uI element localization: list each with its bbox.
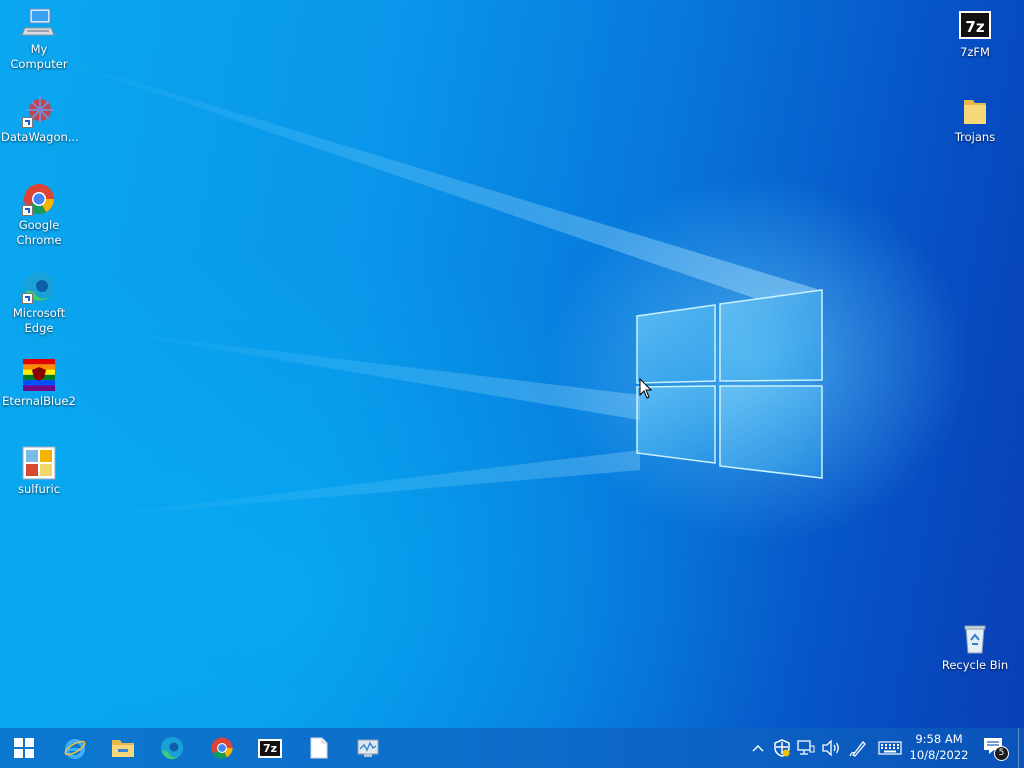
desktop-icon-label: 7zFM <box>960 45 990 59</box>
desktop-icon-my-computer[interactable]: My Computer <box>1 6 77 72</box>
chrome-icon <box>22 182 56 216</box>
computer-icon <box>22 6 56 40</box>
shortcut-arrow-icon <box>22 293 33 304</box>
tray-volume[interactable] <box>820 728 842 768</box>
mouse-cursor-icon <box>639 378 653 399</box>
datawagon-icon <box>22 94 56 128</box>
clock-time: 9:58 AM <box>915 732 963 746</box>
pen-icon <box>849 741 866 757</box>
desktop-icon-microsoft-edge[interactable]: Microsoft Edge <box>1 270 77 336</box>
desktop-icon-7zfm[interactable]: 7z 7zFM <box>937 9 1013 60</box>
taskbar-file-explorer[interactable] <box>99 728 147 768</box>
7zip-icon: 7z <box>258 738 282 758</box>
keyboard-icon <box>878 741 902 755</box>
taskbar-blank-document[interactable] <box>295 728 343 768</box>
desktop-icon-label: DataWagon... <box>1 130 79 144</box>
desktop-icon-label: sulfuric <box>17 482 61 496</box>
taskbar-internet-explorer[interactable] <box>51 728 99 768</box>
tray-pen-workspace[interactable] <box>848 728 868 768</box>
windows-start-icon <box>14 738 34 758</box>
svg-text:7z: 7z <box>965 18 984 36</box>
chevron-up-icon <box>752 744 764 752</box>
desktop-icon-datawagon[interactable]: DataWagon... <box>1 94 79 145</box>
folder-icon <box>958 94 992 128</box>
chrome-icon <box>211 737 233 759</box>
taskbar-chrome[interactable] <box>198 728 246 768</box>
desktop-icon-label: Recycle Bin <box>941 658 1009 672</box>
taskbar: 7z 9:58 AM 10/8/2022 5 <box>0 728 1024 768</box>
notification-count-badge: 5 <box>994 746 1009 761</box>
shortcut-arrow-icon <box>22 205 33 216</box>
desktop-icon-google-chrome[interactable]: Google Chrome <box>1 182 77 248</box>
desktop-icon-label: My Computer <box>10 42 68 71</box>
clock-date: 10/8/2022 <box>909 748 969 762</box>
shield-warning-icon <box>774 739 790 757</box>
desktop-icon-label: Microsoft Edge <box>12 306 66 335</box>
taskbar-system-monitor[interactable] <box>344 728 392 768</box>
desktop-icon-label: Trojans <box>954 130 996 144</box>
7zip-icon: 7z <box>958 9 992 43</box>
start-button[interactable] <box>0 728 48 768</box>
blank-document-icon <box>310 737 328 759</box>
shortcut-arrow-icon <box>22 117 33 128</box>
action-center-button[interactable]: 5 <box>978 728 1010 768</box>
show-hidden-icons-button[interactable] <box>750 728 766 768</box>
taskbar-7zip[interactable]: 7z <box>246 728 294 768</box>
desktop-icon-label: EternalBlue2 <box>2 394 76 408</box>
taskbar-clock[interactable]: 9:58 AM 10/8/2022 <box>904 731 974 763</box>
edge-icon <box>161 737 183 760</box>
file-explorer-icon <box>112 740 134 757</box>
internet-explorer-icon <box>64 739 86 759</box>
tray-touch-keyboard[interactable] <box>876 728 904 768</box>
desktop-icon-sulfuric[interactable]: sulfuric <box>1 446 77 497</box>
system-monitor-icon <box>357 739 379 757</box>
edge-icon <box>22 270 56 304</box>
desktop-icon-label: Google Chrome <box>16 218 62 247</box>
taskbar-edge[interactable] <box>148 728 196 768</box>
sulfuric-icon <box>22 446 56 480</box>
desktop[interactable]: My Computer DataWagon... Google Chrome M… <box>0 0 1024 728</box>
desktop-icon-trojans[interactable]: Trojans <box>937 94 1013 145</box>
recycle-bin-icon <box>958 622 992 656</box>
rainbow-flag-icon <box>22 358 56 392</box>
desktop-icon-eternalblue2[interactable]: EternalBlue2 <box>1 358 77 409</box>
tray-security[interactable] <box>772 728 792 768</box>
show-desktop-button[interactable] <box>1018 728 1024 768</box>
network-icon <box>797 740 815 755</box>
wallpaper-windows-logo <box>30 50 823 520</box>
speaker-icon <box>822 740 839 756</box>
desktop-icon-recycle-bin[interactable]: Recycle Bin <box>937 622 1013 673</box>
tray-network[interactable] <box>796 728 816 768</box>
